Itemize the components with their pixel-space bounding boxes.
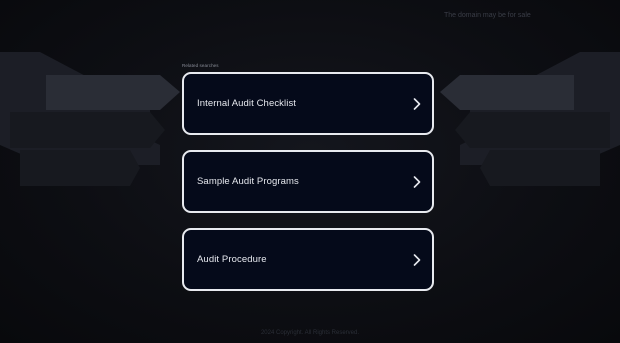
bg-band-right	[440, 75, 574, 110]
bg-band-left-lower	[10, 112, 165, 148]
chevron-right-icon	[412, 253, 422, 267]
related-search-card-internal-audit-checklist[interactable]: Internal Audit Checklist	[182, 72, 434, 135]
footer-copyright: 2024 Copyright. All Rights Reserved.	[260, 330, 360, 336]
related-search-card-audit-procedure[interactable]: Audit Procedure	[182, 228, 434, 291]
bg-band-left-bottom	[20, 150, 140, 186]
chevron-right-icon	[412, 175, 422, 189]
page: The domain may be for sale Related searc…	[0, 0, 620, 343]
chevron-right-icon	[412, 97, 422, 111]
domain-for-sale-link[interactable]: The domain may be for sale	[444, 12, 531, 19]
card-label: Internal Audit Checklist	[197, 98, 297, 109]
related-searches-label: Related searches	[182, 63, 219, 68]
bg-band-right-lower	[455, 112, 610, 148]
card-label: Audit Procedure	[197, 254, 267, 265]
bg-band-right-bottom	[480, 150, 600, 186]
card-label: Sample Audit Programs	[197, 176, 299, 187]
related-search-card-sample-audit-programs[interactable]: Sample Audit Programs	[182, 150, 434, 213]
bg-band-left	[46, 75, 180, 110]
